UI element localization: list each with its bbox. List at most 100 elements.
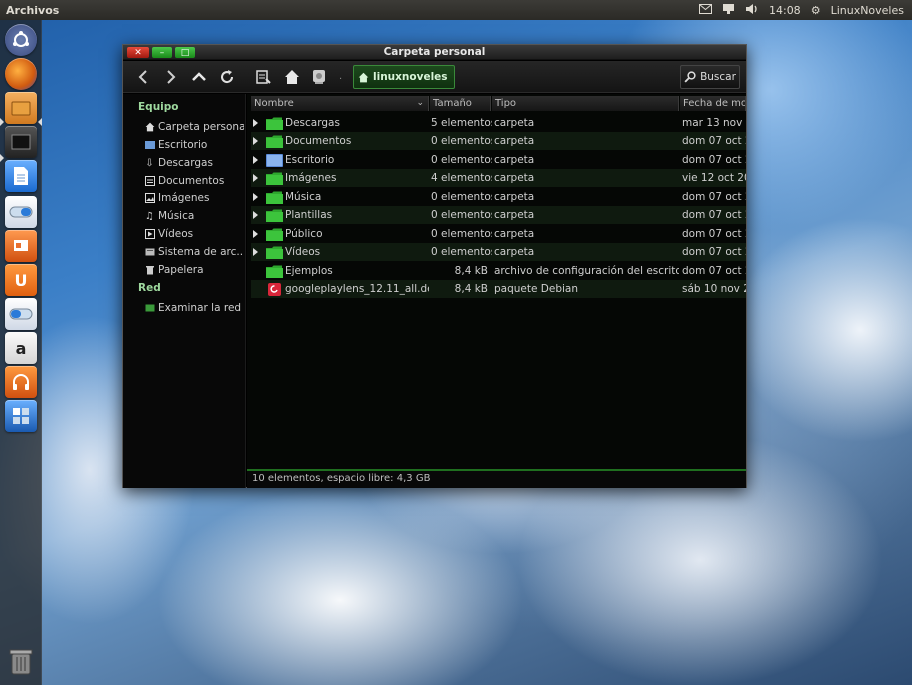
file-date: dom 07 oct 2 [682,191,746,203]
window-titlebar[interactable]: ✕ – □ Carpeta personal [123,45,746,60]
sidebar-item-descargas[interactable]: ⇩ Descargas [144,155,244,171]
folder-icon [266,191,283,204]
column-header-tamano[interactable]: Tamaño [430,96,491,111]
edit-location-icon [256,70,271,84]
computer-button[interactable] [307,65,331,89]
image-icon [144,193,155,204]
expander-arrow-icon[interactable] [253,211,258,219]
status-bar: 10 elementos, espacio libre: 4,3 GB [247,469,746,488]
folder-icon [266,228,283,241]
file-date: dom 07 oct 2 [682,265,746,277]
back-button[interactable] [131,65,155,89]
filesystem-icon [144,247,155,258]
file-name: Documentos [285,135,352,147]
reload-button[interactable] [215,65,239,89]
expander-arrow-icon[interactable] [253,156,258,164]
window-title: Carpeta personal [383,46,486,58]
table-row[interactable]: Vídeos 0 elementos carpeta dom 07 oct 2 [251,243,746,261]
sidebar-item-escritorio[interactable]: Escritorio [144,137,244,153]
expander-arrow-icon[interactable] [253,137,258,145]
column-header-tipo[interactable]: Tipo [492,96,679,111]
table-row[interactable]: Imágenes 4 elementos carpeta vie 12 oct … [251,169,746,187]
file-size: 8,4 kB [454,283,488,295]
music-icon: ♫ [145,210,154,222]
trash-icon[interactable] [7,646,35,676]
sidebar-item-musica[interactable]: ♫ Música [144,208,244,224]
text-editor-icon[interactable] [5,160,37,192]
table-row[interactable]: googleplaylens_12.11_all.deb 8,4 kB paqu… [251,280,746,298]
table-row[interactable]: Plantillas 0 elementos carpeta dom 07 oc… [251,206,746,224]
firefox-icon[interactable] [5,58,37,90]
expander-arrow-icon[interactable] [253,230,258,238]
sidebar-item-documentos[interactable]: Documentos [144,173,244,189]
column-header-nombre[interactable]: Nombre ⌄ [251,96,429,111]
launcher-running-pip [0,118,4,126]
location-button[interactable]: linuxnoveles [353,65,455,89]
search-label: Buscar [700,71,736,83]
chevron-right-icon [167,70,176,84]
sidebar-item-label: Examinar la red [158,302,242,314]
dash-home-icon[interactable] [5,24,37,56]
launcher: U a [0,20,42,685]
files-icon[interactable] [5,92,37,124]
home-icon [285,70,299,84]
sidebar-item-label: Documentos [158,175,225,187]
folder-icon [266,209,283,222]
column-header-fecha[interactable]: Fecha de mo [680,96,746,111]
settings-toggle-icon[interactable] [5,298,37,330]
forward-button[interactable] [159,65,183,89]
places-sidebar: Equipo Carpeta personal Escritorio ⇩ Des… [123,94,246,488]
file-date: dom 07 oct 2 [682,135,746,147]
sidebar-item-label: Imágenes [158,192,210,204]
file-type: carpeta [494,117,535,129]
home-icon [358,72,369,82]
software-toggle-icon[interactable] [5,196,37,228]
amazon-icon[interactable]: a [5,332,37,364]
terminal-icon[interactable] [5,126,37,158]
expander-arrow-icon[interactable] [253,119,258,127]
sidebar-item-imagenes[interactable]: Imágenes [144,190,244,206]
folder-icon [266,135,283,148]
network-indicator-icon[interactable] [722,3,735,18]
sidebar-item-papelera[interactable]: Papelera [144,262,244,278]
mail-icon[interactable] [698,3,712,17]
table-row[interactable]: Música 0 elementos carpeta dom 07 oct 2 [251,188,746,206]
table-row[interactable]: Público 0 elementos carpeta dom 07 oct 2 [251,225,746,243]
app-menu-title[interactable]: Archivos [6,4,59,17]
sidebar-item-videos[interactable]: Vídeos [144,226,244,242]
location-label: linuxnoveles [373,71,448,83]
search-button[interactable]: Buscar [680,65,740,89]
settings-gear-icon[interactable]: ⚙ [811,4,821,17]
home-button[interactable] [280,65,304,89]
volume-icon[interactable] [745,3,759,18]
sidebar-item-label: Escritorio [158,139,208,151]
file-date: vie 12 oct 20 [682,172,746,184]
up-button[interactable] [187,65,211,89]
sidebar-item-sistema-de-archivos[interactable]: Sistema de arc... [144,244,244,260]
table-row[interactable]: Descargas 5 elementos carpeta mar 13 nov… [251,114,746,132]
location-toggle-button[interactable] [251,65,275,89]
computer-icon [313,70,325,84]
table-row[interactable]: Escritorio 0 elementos carpeta dom 07 oc… [251,151,746,169]
trash-icon [144,265,155,276]
path-separator-icon: · [339,74,343,85]
sidebar-item-carpeta-personal[interactable]: Carpeta personal [144,119,244,135]
table-row[interactable]: Ejemplos 8,4 kB archivo de configuración… [251,262,746,280]
desktop-folder-icon [266,154,283,167]
user-name[interactable]: LinuxNoveles [831,4,904,17]
clock[interactable]: 14:08 [769,4,801,17]
file-type: paquete Debian [494,283,579,295]
ubuntu-software-center-icon[interactable]: U [5,264,37,296]
expander-arrow-icon[interactable] [253,248,258,256]
sidebar-item-label: Papelera [158,264,204,276]
file-size: 8,4 kB [454,265,488,277]
sidebar-item-examinar-la-red[interactable]: Examinar la red [144,300,244,316]
table-row[interactable]: Documentos 0 elementos carpeta dom 07 oc… [251,132,746,150]
file-date: dom 07 oct 2 [682,154,746,166]
expander-arrow-icon[interactable] [253,174,258,182]
expander-arrow-icon[interactable] [253,193,258,201]
workspace-switcher-icon[interactable] [5,400,37,432]
sidebar-item-label: Vídeos [158,228,194,240]
presentation-icon[interactable] [5,230,37,262]
music-player-headphones-icon[interactable] [5,366,37,398]
